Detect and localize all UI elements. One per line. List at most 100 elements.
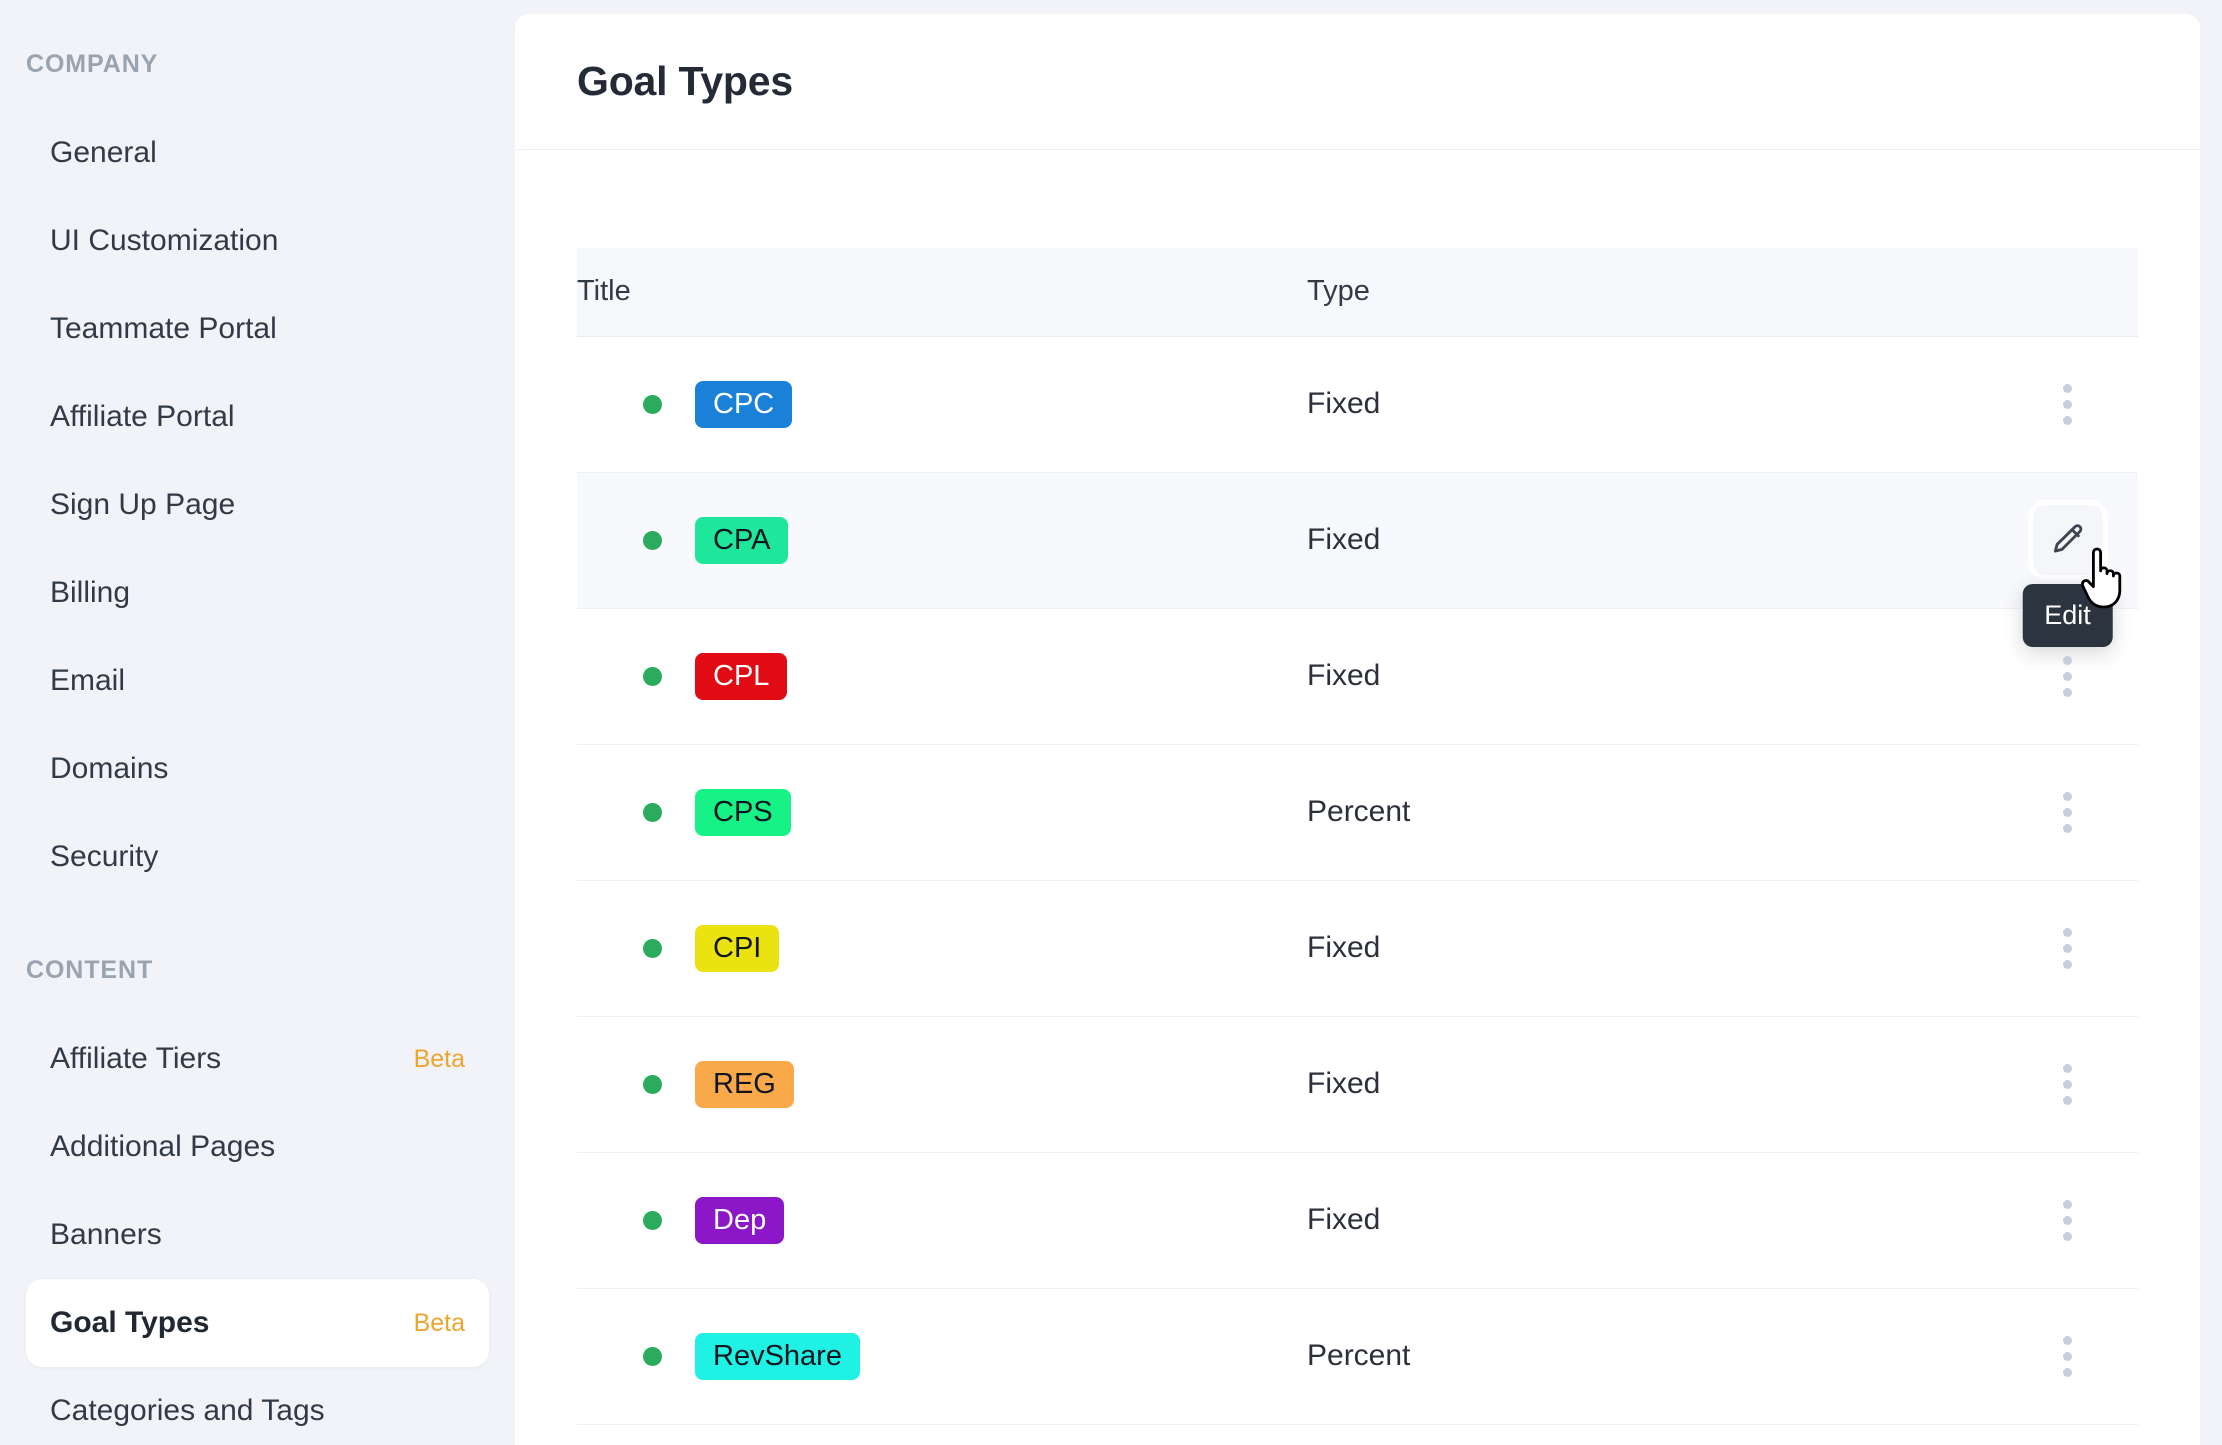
sidebar-item-label: Billing: [50, 576, 131, 609]
sidebar-item-label: Affiliate Portal: [50, 400, 235, 433]
sidebar-item-security[interactable]: Security: [26, 813, 489, 901]
cell-title: REG: [577, 1016, 1307, 1152]
cell-title: CPL: [577, 608, 1307, 744]
sidebar-item-sign-up-page[interactable]: Sign Up Page: [26, 461, 489, 549]
sidebar-item-ui-customization[interactable]: UI Customization: [26, 197, 489, 285]
table-row[interactable]: RevShare Percent: [577, 1288, 2138, 1424]
table-head: Title Type: [577, 248, 2138, 337]
app-root: COMPANY General UI Customization Teammate P…: [0, 0, 2222, 1445]
sidebar-item-banners[interactable]: Banners: [26, 1191, 489, 1279]
sidebar-item-label: General: [50, 136, 157, 169]
cell-type: Fixed: [1307, 1203, 1381, 1236]
sidebar-item-affiliate-portal[interactable]: Affiliate Portal: [26, 373, 489, 461]
goal-type-badge: Dep: [695, 1196, 785, 1244]
cell-actions: [1997, 1016, 2138, 1152]
title-cell-inner: RevShare: [643, 1332, 1307, 1380]
kebab-vertical-icon[interactable]: [2040, 1328, 2096, 1384]
sidebar-item-label: Additional Pages: [50, 1130, 276, 1163]
title-cell-inner: CPS: [643, 788, 1307, 836]
edit-button[interactable]: [2031, 504, 2104, 576]
sidebar-item-affiliate-tiers[interactable]: Affiliate Tiers Beta: [26, 1015, 489, 1103]
status-dot-icon: [643, 530, 662, 550]
cell-title: CPI: [577, 880, 1307, 1016]
cell-type: Fixed: [1307, 523, 1381, 556]
sidebar-item-teammate-portal[interactable]: Teammate Portal: [26, 285, 489, 373]
kebab-vertical-icon[interactable]: [2040, 920, 2096, 976]
sidebar-item-beta-badge: Beta: [413, 1044, 465, 1073]
cell-actions: [1997, 336, 2138, 472]
content-panel: Goal Types Title Type CPC Fixed CPA Fixed Ed…: [515, 14, 2200, 1445]
sidebar-item-label: Banners: [50, 1218, 162, 1251]
sidebar-item-beta-badge: Beta: [413, 1308, 465, 1337]
status-dot-icon: [643, 1074, 662, 1094]
sidebar-item-categories-and-tags[interactable]: Categories and Tags: [26, 1367, 489, 1445]
cell-title: CPS: [577, 744, 1307, 880]
cell-actions: [1997, 1288, 2138, 1424]
cell-title: CPC: [577, 336, 1307, 472]
title-cell-inner: CPL: [643, 652, 1307, 700]
page-title: Goal Types: [577, 58, 793, 104]
cell-title: CPA: [577, 472, 1307, 608]
table-row[interactable]: CPC Fixed: [577, 336, 2138, 472]
table-row[interactable]: CPI Fixed: [577, 880, 2138, 1016]
status-dot-icon: [643, 666, 662, 686]
goal-type-badge: CPL: [695, 652, 788, 700]
table-header-row: Title Type: [577, 248, 2138, 337]
sidebar-item-general[interactable]: General: [26, 109, 489, 197]
table-row[interactable]: CPL Fixed: [577, 608, 2138, 744]
sidebar-item-email[interactable]: Email: [26, 637, 489, 725]
status-dot-icon: [643, 938, 662, 958]
goal-type-badge: CPC: [695, 380, 793, 428]
sidebar-section-label-company: COMPANY: [26, 50, 159, 78]
goal-type-badge: CPA: [695, 516, 789, 564]
title-cell-inner: CPC: [643, 380, 1307, 428]
table-row[interactable]: Dep Fixed: [577, 1152, 2138, 1288]
sidebar-item-label: Security: [50, 840, 159, 873]
cell-actions: [1997, 880, 2138, 1016]
kebab-vertical-icon[interactable]: [2040, 1056, 2096, 1112]
edit-action-wrapper: Edit: [2022, 504, 2113, 647]
sidebar-item-billing[interactable]: Billing: [26, 549, 489, 637]
kebab-vertical-icon[interactable]: [2040, 1192, 2096, 1248]
table-row[interactable]: CPS Percent: [577, 744, 2138, 880]
title-cell-inner: Dep: [643, 1196, 1307, 1244]
column-header-type[interactable]: Type: [1307, 248, 1997, 337]
table-row[interactable]: CPA Fixed Edit: [577, 472, 2138, 647]
cell-type: Fixed: [1307, 387, 1381, 420]
title-cell-inner: REG: [643, 1060, 1307, 1108]
column-header-title[interactable]: Title: [577, 248, 1307, 337]
cell-type: Fixed: [1307, 931, 1381, 964]
sidebar-item-label: Domains: [50, 752, 169, 785]
sidebar-item-label: UI Customization: [50, 224, 279, 257]
status-dot-icon: [643, 802, 662, 822]
title-cell-inner: CPA: [643, 516, 1307, 564]
cell-title: RevShare: [577, 1288, 1307, 1424]
sidebar-item-domains[interactable]: Domains: [26, 725, 489, 813]
sidebar-item-label: Goal Types: [50, 1306, 210, 1339]
cell-actions: [1997, 608, 2138, 744]
goal-type-badge: CPI: [695, 924, 780, 972]
status-dot-icon: [643, 1346, 662, 1366]
panel-header: Goal Types: [515, 14, 2200, 150]
goal-type-badge: RevShare: [695, 1332, 860, 1380]
kebab-vertical-icon[interactable]: [2040, 784, 2096, 840]
sidebar-item-label: Categories and Tags: [50, 1394, 325, 1427]
goal-type-badge: REG: [695, 1060, 794, 1108]
goal-types-table: Title Type CPC Fixed CPA Fixed Edit CPL Fixed C…: [577, 248, 2138, 1425]
sidebar-item-label: Teammate Portal: [50, 312, 277, 345]
kebab-vertical-icon[interactable]: [2040, 648, 2096, 704]
title-cell-inner: CPI: [643, 924, 1307, 972]
cell-type: Fixed: [1307, 1067, 1381, 1100]
cell-type: Percent: [1307, 1339, 1411, 1372]
sidebar-item-additional-pages[interactable]: Additional Pages: [26, 1103, 489, 1191]
sidebar-item-label: Email: [50, 664, 126, 697]
table-row[interactable]: REG Fixed: [577, 1016, 2138, 1152]
sidebar-item-label: Affiliate Tiers: [50, 1042, 222, 1075]
kebab-vertical-icon[interactable]: [2040, 376, 2096, 432]
cell-title: Dep: [577, 1152, 1307, 1288]
pencil-icon: [2053, 524, 2082, 553]
cell-actions: [1997, 1152, 2138, 1288]
sidebar-item-goal-types[interactable]: Goal Types Beta: [26, 1279, 489, 1367]
column-header-actions: [1997, 248, 2138, 337]
cell-type: Fixed: [1307, 659, 1381, 692]
